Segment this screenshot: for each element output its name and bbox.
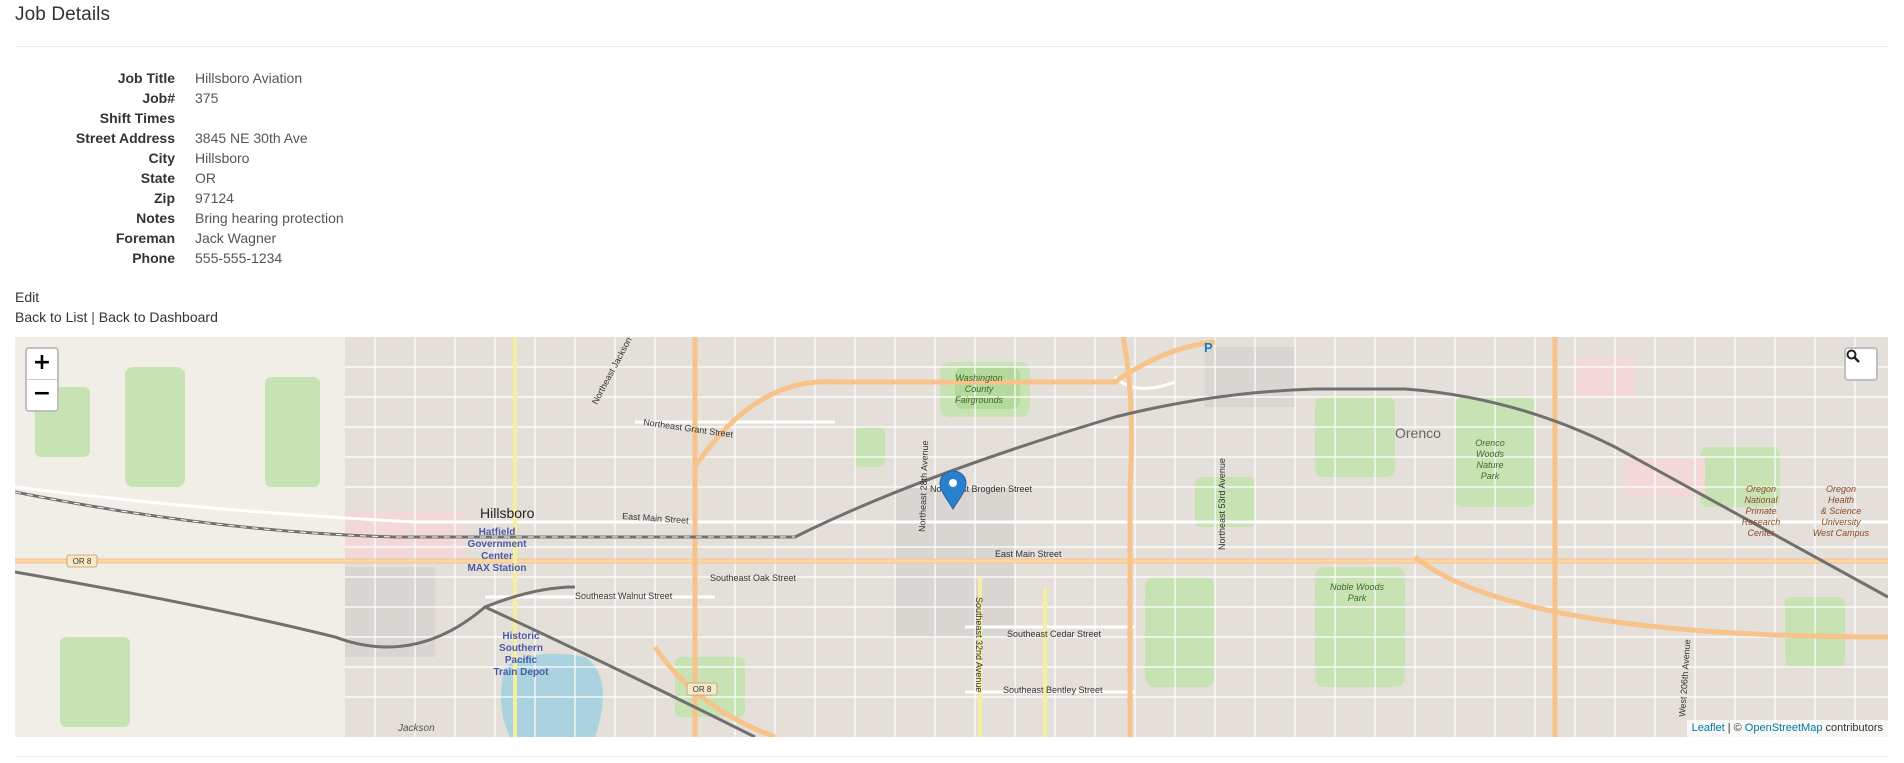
map-container[interactable]: Hillsboro Orenco Hatfield Government Cen…	[15, 337, 1888, 737]
svg-text:OR 8: OR 8	[693, 685, 712, 694]
detail-value: 555-555-1234	[195, 250, 283, 266]
link-separator: |	[91, 309, 95, 325]
svg-text:Southeast Cedar Street: Southeast Cedar Street	[1007, 629, 1102, 639]
svg-text:Oregon: Oregon	[1746, 484, 1776, 494]
detail-value: Hillsboro Aviation	[195, 70, 303, 86]
svg-text:Historic: Historic	[502, 631, 540, 642]
openstreetmap-link[interactable]: OpenStreetMap	[1745, 722, 1823, 734]
svg-text:Government: Government	[468, 539, 528, 550]
detail-label: Shift Times	[99, 110, 175, 126]
divider	[15, 46, 1889, 47]
page-title: Job Details	[15, 4, 111, 25]
edit-link[interactable]: Edit	[15, 289, 39, 305]
detail-value: Hillsboro	[195, 150, 250, 166]
route-shield-or8-south: OR 8	[686, 682, 718, 696]
detail-row-zip: Zip 97124	[0, 188, 600, 208]
map-attribution: Leaflet | © OpenStreetMap contributors	[1686, 720, 1888, 737]
svg-text:Southeast Walnut Street: Southeast Walnut Street	[575, 591, 673, 601]
detail-label: Zip	[154, 190, 175, 206]
attribution-contributors: contributors	[1825, 722, 1883, 734]
detail-value: 375	[195, 90, 219, 106]
svg-text:MAX Station: MAX Station	[468, 563, 527, 574]
svg-text:Southeast Oak Street: Southeast Oak Street	[710, 573, 797, 583]
svg-text:West Campus: West Campus	[1813, 528, 1870, 538]
detail-label: Street Address	[75, 130, 175, 146]
svg-text:Northeast 53rd Avenue: Northeast 53rd Avenue	[1217, 458, 1227, 550]
svg-text:University: University	[1821, 517, 1861, 527]
svg-text:Noble Woods: Noble Woods	[1330, 582, 1385, 592]
svg-text:Southern: Southern	[499, 643, 543, 654]
detail-row-shift-times: Shift Times	[0, 108, 600, 128]
detail-label: Notes	[136, 210, 175, 226]
label-hillsboro: Hillsboro	[480, 505, 535, 521]
back-to-dashboard-link[interactable]: Back to Dashboard	[99, 309, 218, 325]
action-links: Edit Back to List | Back to Dashboard	[15, 287, 218, 327]
detail-label: Foreman	[115, 230, 175, 246]
svg-text:Center: Center	[1747, 528, 1775, 538]
search-icon	[1846, 349, 1860, 363]
svg-text:Park: Park	[1348, 593, 1367, 603]
detail-row-phone: Phone 555-555-1234	[0, 248, 600, 268]
zoom-out-button[interactable]: −	[27, 379, 57, 410]
detail-label: Job Title	[117, 70, 175, 86]
zoom-control: + −	[25, 347, 59, 412]
svg-text:Health: Health	[1828, 495, 1854, 505]
svg-text:Park: Park	[1481, 471, 1500, 481]
details-list: Job Title Hillsboro Aviation Job# 375 Shif…	[0, 68, 600, 268]
back-to-list-link[interactable]: Back to List	[15, 309, 87, 325]
parking-icon: P	[1204, 340, 1213, 355]
detail-row-state: State OR	[0, 168, 600, 188]
svg-text:OR 8: OR 8	[73, 557, 92, 566]
detail-label: Job#	[142, 90, 175, 106]
detail-row-street-address: Street Address 3845 NE 30th Ave	[0, 128, 600, 148]
svg-text:Hatfield: Hatfield	[479, 527, 516, 538]
detail-value: Jack Wagner	[195, 230, 277, 246]
detail-row-city: City Hillsboro	[0, 148, 600, 168]
svg-text:Train Depot: Train Depot	[493, 667, 549, 678]
detail-row-foreman: Foreman Jack Wagner	[0, 228, 600, 248]
svg-text:Southeast 32nd Avenue: Southeast 32nd Avenue	[974, 597, 984, 692]
detail-row-job-number: Job# 375	[0, 88, 600, 108]
svg-text:Primate: Primate	[1745, 506, 1776, 516]
attribution-separator: | ©	[1727, 722, 1742, 734]
svg-text:& Science: & Science	[1821, 506, 1862, 516]
svg-text:Center: Center	[481, 551, 513, 562]
detail-value: 97124	[195, 190, 234, 206]
svg-text:East Main Street: East Main Street	[995, 549, 1062, 559]
svg-text:Fairgrounds: Fairgrounds	[955, 395, 1004, 405]
map-tiles[interactable]: Hillsboro Orenco Hatfield Government Cen…	[15, 337, 1888, 737]
svg-text:Woods: Woods	[1476, 449, 1505, 459]
detail-row-notes: Notes Bring hearing protection	[0, 208, 600, 228]
svg-text:Southeast Bentley Street: Southeast Bentley Street	[1003, 685, 1103, 695]
svg-text:Nature: Nature	[1476, 460, 1503, 470]
detail-row-job-title: Job Title Hillsboro Aviation	[0, 68, 600, 88]
zoom-in-button[interactable]: +	[27, 349, 57, 379]
route-shield-or8-west: OR 8	[66, 554, 98, 568]
svg-text:Research: Research	[1742, 517, 1781, 527]
divider	[15, 756, 1889, 757]
detail-label: Phone	[132, 250, 175, 266]
svg-text:County: County	[965, 384, 994, 394]
detail-label: City	[148, 150, 175, 166]
label-primate-center: Oregon National Primate Research Center	[1742, 484, 1781, 538]
label-orenco: Orenco	[1395, 425, 1441, 441]
svg-text:Oregon: Oregon	[1826, 484, 1856, 494]
svg-text:National: National	[1744, 495, 1778, 505]
svg-text:Pacific: Pacific	[505, 655, 538, 666]
detail-label: State	[140, 170, 175, 186]
map-search-button[interactable]	[1844, 347, 1878, 381]
leaflet-link[interactable]: Leaflet	[1692, 722, 1725, 734]
svg-text:Orenco: Orenco	[1475, 438, 1505, 448]
page: Job Details Job Title Hillsboro Aviation …	[0, 0, 1904, 763]
detail-value: 3845 NE 30th Ave	[195, 130, 308, 146]
svg-text:Jackson: Jackson	[397, 723, 435, 734]
detail-value: Bring hearing protection	[195, 210, 344, 226]
svg-text:Washington: Washington	[955, 373, 1002, 383]
detail-value: OR	[195, 170, 216, 186]
